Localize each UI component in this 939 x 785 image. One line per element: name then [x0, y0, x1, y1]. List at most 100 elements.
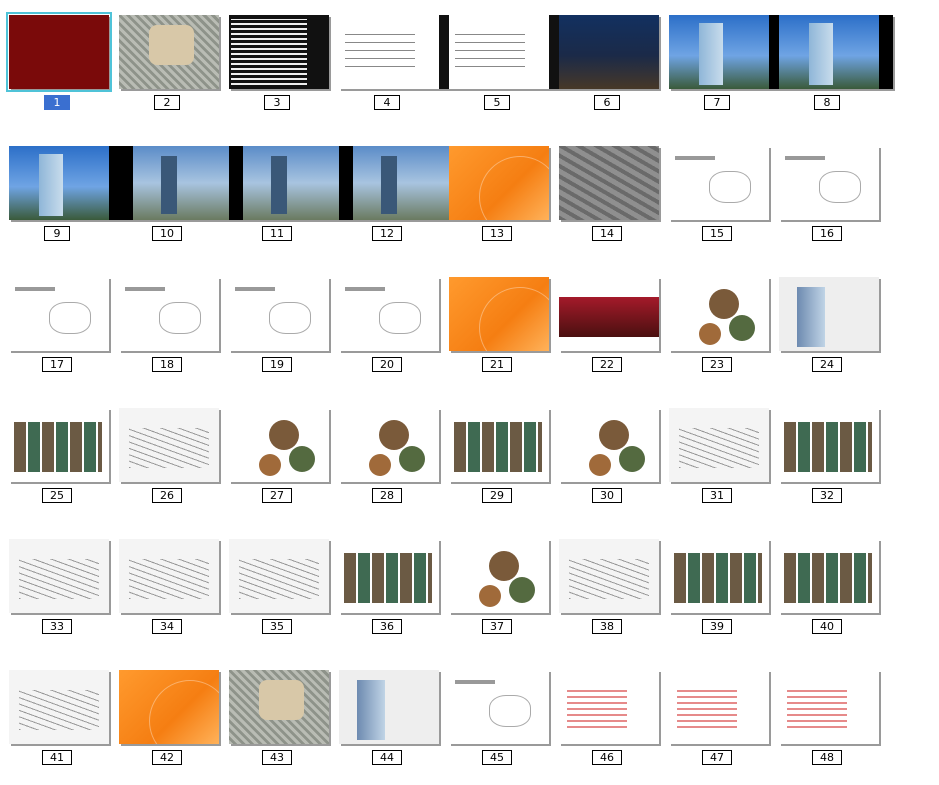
- slide-thumbnail[interactable]: 7: [666, 15, 783, 115]
- slide-thumbnail[interactable]: 12: [336, 146, 467, 246]
- slide-preview[interactable]: [779, 277, 879, 351]
- slide-thumbnail[interactable]: 28: [336, 408, 440, 508]
- slide-thumbnail[interactable]: 33: [6, 539, 110, 639]
- slide-number-label: 25: [42, 488, 72, 503]
- slide-thumbnail[interactable]: 3: [226, 15, 330, 115]
- slide-preview[interactable]: [229, 277, 329, 351]
- slide-thumbnail[interactable]: 2: [116, 15, 220, 115]
- slide-preview[interactable]: [339, 670, 439, 744]
- slide-preview[interactable]: [559, 15, 659, 89]
- slide-thumbnail[interactable]: 16: [776, 146, 880, 246]
- slide-thumbnail[interactable]: 35: [226, 539, 330, 639]
- slide-preview[interactable]: [449, 670, 549, 744]
- slide-thumbnail[interactable]: 4: [336, 15, 449, 115]
- slide-number-label: 39: [702, 619, 732, 634]
- slide-thumbnail[interactable]: 5: [446, 15, 559, 115]
- slide-thumbnail[interactable]: 29: [446, 408, 550, 508]
- slide-thumbnail[interactable]: 8: [776, 15, 893, 115]
- slide-preview[interactable]: [779, 539, 879, 613]
- slide-thumbnail[interactable]: 20: [336, 277, 440, 377]
- slide-thumbnail[interactable]: 37: [446, 539, 550, 639]
- slide-preview[interactable]: [339, 539, 439, 613]
- slide-preview[interactable]: [449, 539, 549, 613]
- slide-preview[interactable]: [669, 146, 769, 220]
- slide-preview[interactable]: [779, 670, 879, 744]
- slide-preview[interactable]: [449, 408, 549, 482]
- slide-thumbnail[interactable]: 15: [666, 146, 770, 246]
- slide-thumbnail[interactable]: 18: [116, 277, 220, 377]
- slide-preview[interactable]: [449, 146, 549, 220]
- slide-preview[interactable]: [779, 146, 879, 220]
- slide-thumbnail[interactable]: 36: [336, 539, 440, 639]
- slide-thumbnail[interactable]: 47: [666, 670, 770, 770]
- slide-number-label: 4: [374, 95, 400, 110]
- slide-preview[interactable]: [669, 539, 769, 613]
- slide-preview[interactable]: [9, 539, 109, 613]
- slide-preview[interactable]: [559, 670, 659, 744]
- slide-thumbnail[interactable]: 24: [776, 277, 880, 377]
- slide-thumbnail[interactable]: 1: [6, 12, 112, 115]
- slide-preview[interactable]: [669, 670, 769, 744]
- slide-preview[interactable]: [9, 670, 109, 744]
- slide-preview[interactable]: [229, 670, 329, 744]
- slide-thumbnail[interactable]: 32: [776, 408, 880, 508]
- slide-thumbnail[interactable]: 23: [666, 277, 770, 377]
- slide-preview[interactable]: [339, 15, 449, 89]
- slide-thumbnail[interactable]: 48: [776, 670, 880, 770]
- slide-preview[interactable]: [559, 277, 659, 351]
- slide-thumbnail[interactable]: 39: [666, 539, 770, 639]
- slide-thumbnail[interactable]: 22: [556, 277, 660, 377]
- slide-preview[interactable]: [559, 539, 659, 613]
- slide-thumbnail[interactable]: 9: [6, 146, 123, 246]
- slide-thumbnail[interactable]: 21: [446, 277, 550, 377]
- slide-preview[interactable]: [9, 408, 109, 482]
- slide-thumbnail[interactable]: 45: [446, 670, 550, 770]
- slide-preview[interactable]: [119, 670, 219, 744]
- slide-preview[interactable]: [779, 408, 879, 482]
- slide-preview[interactable]: [559, 408, 659, 482]
- slide-thumbnail[interactable]: 6: [556, 15, 660, 115]
- slide-preview[interactable]: [669, 277, 769, 351]
- slide-preview[interactable]: [449, 15, 559, 89]
- slide-thumbnail[interactable]: 46: [556, 670, 660, 770]
- slide-thumbnail[interactable]: 19: [226, 277, 330, 377]
- slide-number-label: 20: [372, 357, 402, 372]
- slide-thumbnail[interactable]: 34: [116, 539, 220, 639]
- slide-thumbnail[interactable]: 17: [6, 277, 110, 377]
- slide-preview[interactable]: [6, 12, 112, 92]
- slide-number-label: 6: [594, 95, 620, 110]
- slide-preview[interactable]: [779, 15, 893, 89]
- slide-preview[interactable]: [9, 277, 109, 351]
- slide-preview[interactable]: [229, 15, 329, 89]
- slide-preview[interactable]: [339, 408, 439, 482]
- slide-thumbnail[interactable]: 41: [6, 670, 110, 770]
- slide-thumbnail[interactable]: 10: [116, 146, 247, 246]
- slide-thumbnail[interactable]: 42: [116, 670, 220, 770]
- slide-preview[interactable]: [449, 277, 549, 351]
- slide-thumbnail[interactable]: 27: [226, 408, 330, 508]
- slide-preview[interactable]: [339, 277, 439, 351]
- slide-preview[interactable]: [669, 15, 783, 89]
- slide-preview[interactable]: [9, 146, 123, 220]
- slide-thumbnail[interactable]: 25: [6, 408, 110, 508]
- slide-thumbnail[interactable]: 14: [556, 146, 660, 246]
- slide-thumbnail[interactable]: 40: [776, 539, 880, 639]
- slide-thumbnail[interactable]: 31: [666, 408, 770, 508]
- slide-thumbnail[interactable]: 44: [336, 670, 440, 770]
- slide-preview[interactable]: [229, 408, 329, 482]
- slide-preview[interactable]: [119, 277, 219, 351]
- slide-preview[interactable]: [669, 408, 769, 482]
- slide-preview[interactable]: [559, 146, 659, 220]
- slide-preview[interactable]: [119, 15, 219, 89]
- slide-thumbnail[interactable]: 43: [226, 670, 330, 770]
- slide-preview[interactable]: [119, 408, 219, 482]
- slide-thumbnail[interactable]: 38: [556, 539, 660, 639]
- slide-thumbnail[interactable]: 26: [116, 408, 220, 508]
- slide-thumbnail[interactable]: 13: [446, 146, 550, 246]
- slide-preview[interactable]: [119, 539, 219, 613]
- slide-number-label: 45: [482, 750, 512, 765]
- slide-thumbnail[interactable]: 30: [556, 408, 660, 508]
- slide-preview[interactable]: [229, 539, 329, 613]
- slide-thumbnail[interactable]: 11: [226, 146, 357, 246]
- slide-number-label: 47: [702, 750, 732, 765]
